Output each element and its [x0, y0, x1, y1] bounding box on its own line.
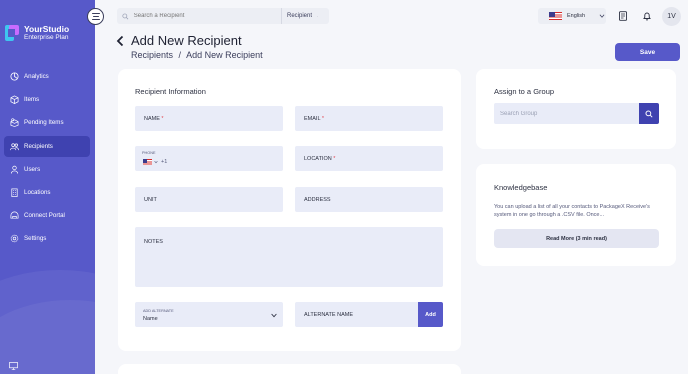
notes-label: NOTES — [144, 239, 163, 245]
recipient-info-title: Recipient Information — [135, 87, 206, 96]
us-flag-icon[interactable] — [143, 159, 152, 165]
avatar[interactable]: 1V — [662, 7, 681, 26]
sidebar-nav: Analytics Items Pending Items Recipients… — [4, 66, 90, 252]
name-label: NAME — [144, 115, 160, 122]
analytics-icon — [10, 72, 19, 81]
read-more-button[interactable]: Read More (3 min read) — [494, 229, 659, 248]
sidebar-item-connect-portal[interactable]: Connect Portal — [4, 205, 90, 226]
clipboard-icon[interactable] — [618, 11, 628, 21]
unit-field[interactable]: UNIT — [135, 187, 283, 212]
sidebar: YourStudio Enterprise Plan Analytics Ite… — [0, 0, 95, 374]
us-flag-icon — [549, 12, 562, 20]
box-icon — [10, 95, 19, 105]
breadcrumb-current: Add New Recipient — [186, 50, 263, 60]
address-field[interactable]: ADDRESS — [295, 187, 443, 212]
brand-logo — [5, 25, 19, 41]
breadcrumb-parent[interactable]: Recipients — [131, 50, 173, 60]
chevron-down-icon — [271, 313, 277, 318]
group-title: Assign to a Group — [494, 87, 555, 96]
back-arrow-icon[interactable] — [115, 35, 125, 47]
search-scope-value: Recipient — [287, 13, 313, 19]
required-mark: * — [321, 115, 324, 122]
next-card — [118, 364, 461, 374]
breadcrumb-separator: / — [178, 50, 182, 60]
address-label: ADDRESS — [304, 196, 331, 203]
add-alternate-button[interactable]: Add — [418, 302, 443, 327]
sidebar-item-users[interactable]: Users — [4, 159, 90, 180]
sidebar-item-label: Pending Items — [24, 119, 64, 127]
search-icon — [122, 13, 129, 19]
sidebar-item-label: Analytics — [24, 73, 49, 80]
brand-plan: Enterprise Plan — [24, 34, 69, 41]
gear-icon — [10, 235, 19, 243]
building-icon — [11, 188, 18, 197]
users-icon — [10, 142, 19, 150]
name-field[interactable]: NAME * — [135, 106, 283, 131]
add-alternate-value: Name — [143, 316, 158, 322]
search-input[interactable] — [133, 13, 281, 19]
email-label: EMAIL — [304, 115, 321, 122]
chevron-down-icon — [599, 14, 605, 18]
brand[interactable]: YourStudio Enterprise Plan — [5, 24, 69, 42]
global-search: Recipient — [117, 8, 329, 24]
chevron-down-icon[interactable] — [154, 160, 158, 164]
sidebar-item-label: Recipients — [24, 142, 53, 150]
bell-icon[interactable] — [642, 11, 652, 21]
sidebar-item-analytics[interactable]: Analytics — [4, 66, 90, 87]
search-icon — [645, 109, 653, 118]
menu-toggle-button[interactable] — [87, 8, 104, 25]
sidebar-item-label: Connect Portal — [24, 212, 65, 220]
language-select[interactable]: English — [538, 8, 606, 24]
phone-code: +1 — [161, 159, 168, 165]
pending-box-icon — [10, 118, 19, 128]
page-title: Add New Recipient — [131, 33, 242, 48]
unit-label: UNIT — [144, 196, 157, 203]
chevron-down-icon — [317, 15, 318, 17]
language-value: English — [567, 13, 586, 19]
sidebar-item-settings[interactable]: Settings — [4, 228, 90, 249]
sidebar-item-label: Users — [24, 165, 41, 173]
alternate-name-field[interactable]: ALTERNATE NAME — [295, 302, 419, 327]
portal-icon — [10, 211, 19, 219]
sidebar-item-label: Settings — [24, 235, 47, 243]
add-alternate-select[interactable]: ADD ALTERNATE Name — [135, 302, 283, 327]
sidebar-item-items[interactable]: Items — [4, 89, 90, 110]
brand-name: YourStudio — [24, 24, 70, 34]
monitor-icon[interactable] — [9, 362, 18, 370]
sidebar-item-recipients[interactable]: Recipients — [4, 135, 90, 157]
group-search-input[interactable] — [494, 103, 639, 124]
knowledgebase-title: Knowledgebase — [494, 183, 548, 192]
search-scope-select[interactable]: Recipient — [281, 8, 329, 24]
breadcrumb: Recipients / Add New Recipient — [131, 50, 263, 60]
sidebar-item-locations[interactable]: Locations — [4, 182, 90, 203]
phone-label: PHONE — [142, 151, 156, 155]
knowledgebase-text: You can upload a list of all your contac… — [494, 204, 650, 218]
notes-field[interactable]: NOTES — [135, 227, 443, 287]
add-alternate-label: ADD ALTERNATE — [143, 309, 174, 313]
sidebar-item-pending-items[interactable]: Pending Items — [4, 112, 90, 133]
phone-field[interactable]: PHONE +1 — [135, 146, 283, 171]
sidebar-item-label: Items — [24, 96, 40, 104]
user-icon — [10, 165, 19, 174]
required-mark: * — [161, 115, 164, 122]
alternate-name-label: ALTERNATE NAME — [304, 311, 353, 318]
location-field[interactable]: LOCATION * — [295, 146, 443, 171]
save-button[interactable]: Save — [615, 43, 680, 61]
location-label: LOCATION — [304, 155, 332, 162]
email-field[interactable]: EMAIL * — [295, 106, 443, 131]
required-mark: * — [333, 155, 336, 162]
group-search-button[interactable] — [639, 103, 659, 124]
sidebar-item-label: Locations — [24, 188, 51, 196]
